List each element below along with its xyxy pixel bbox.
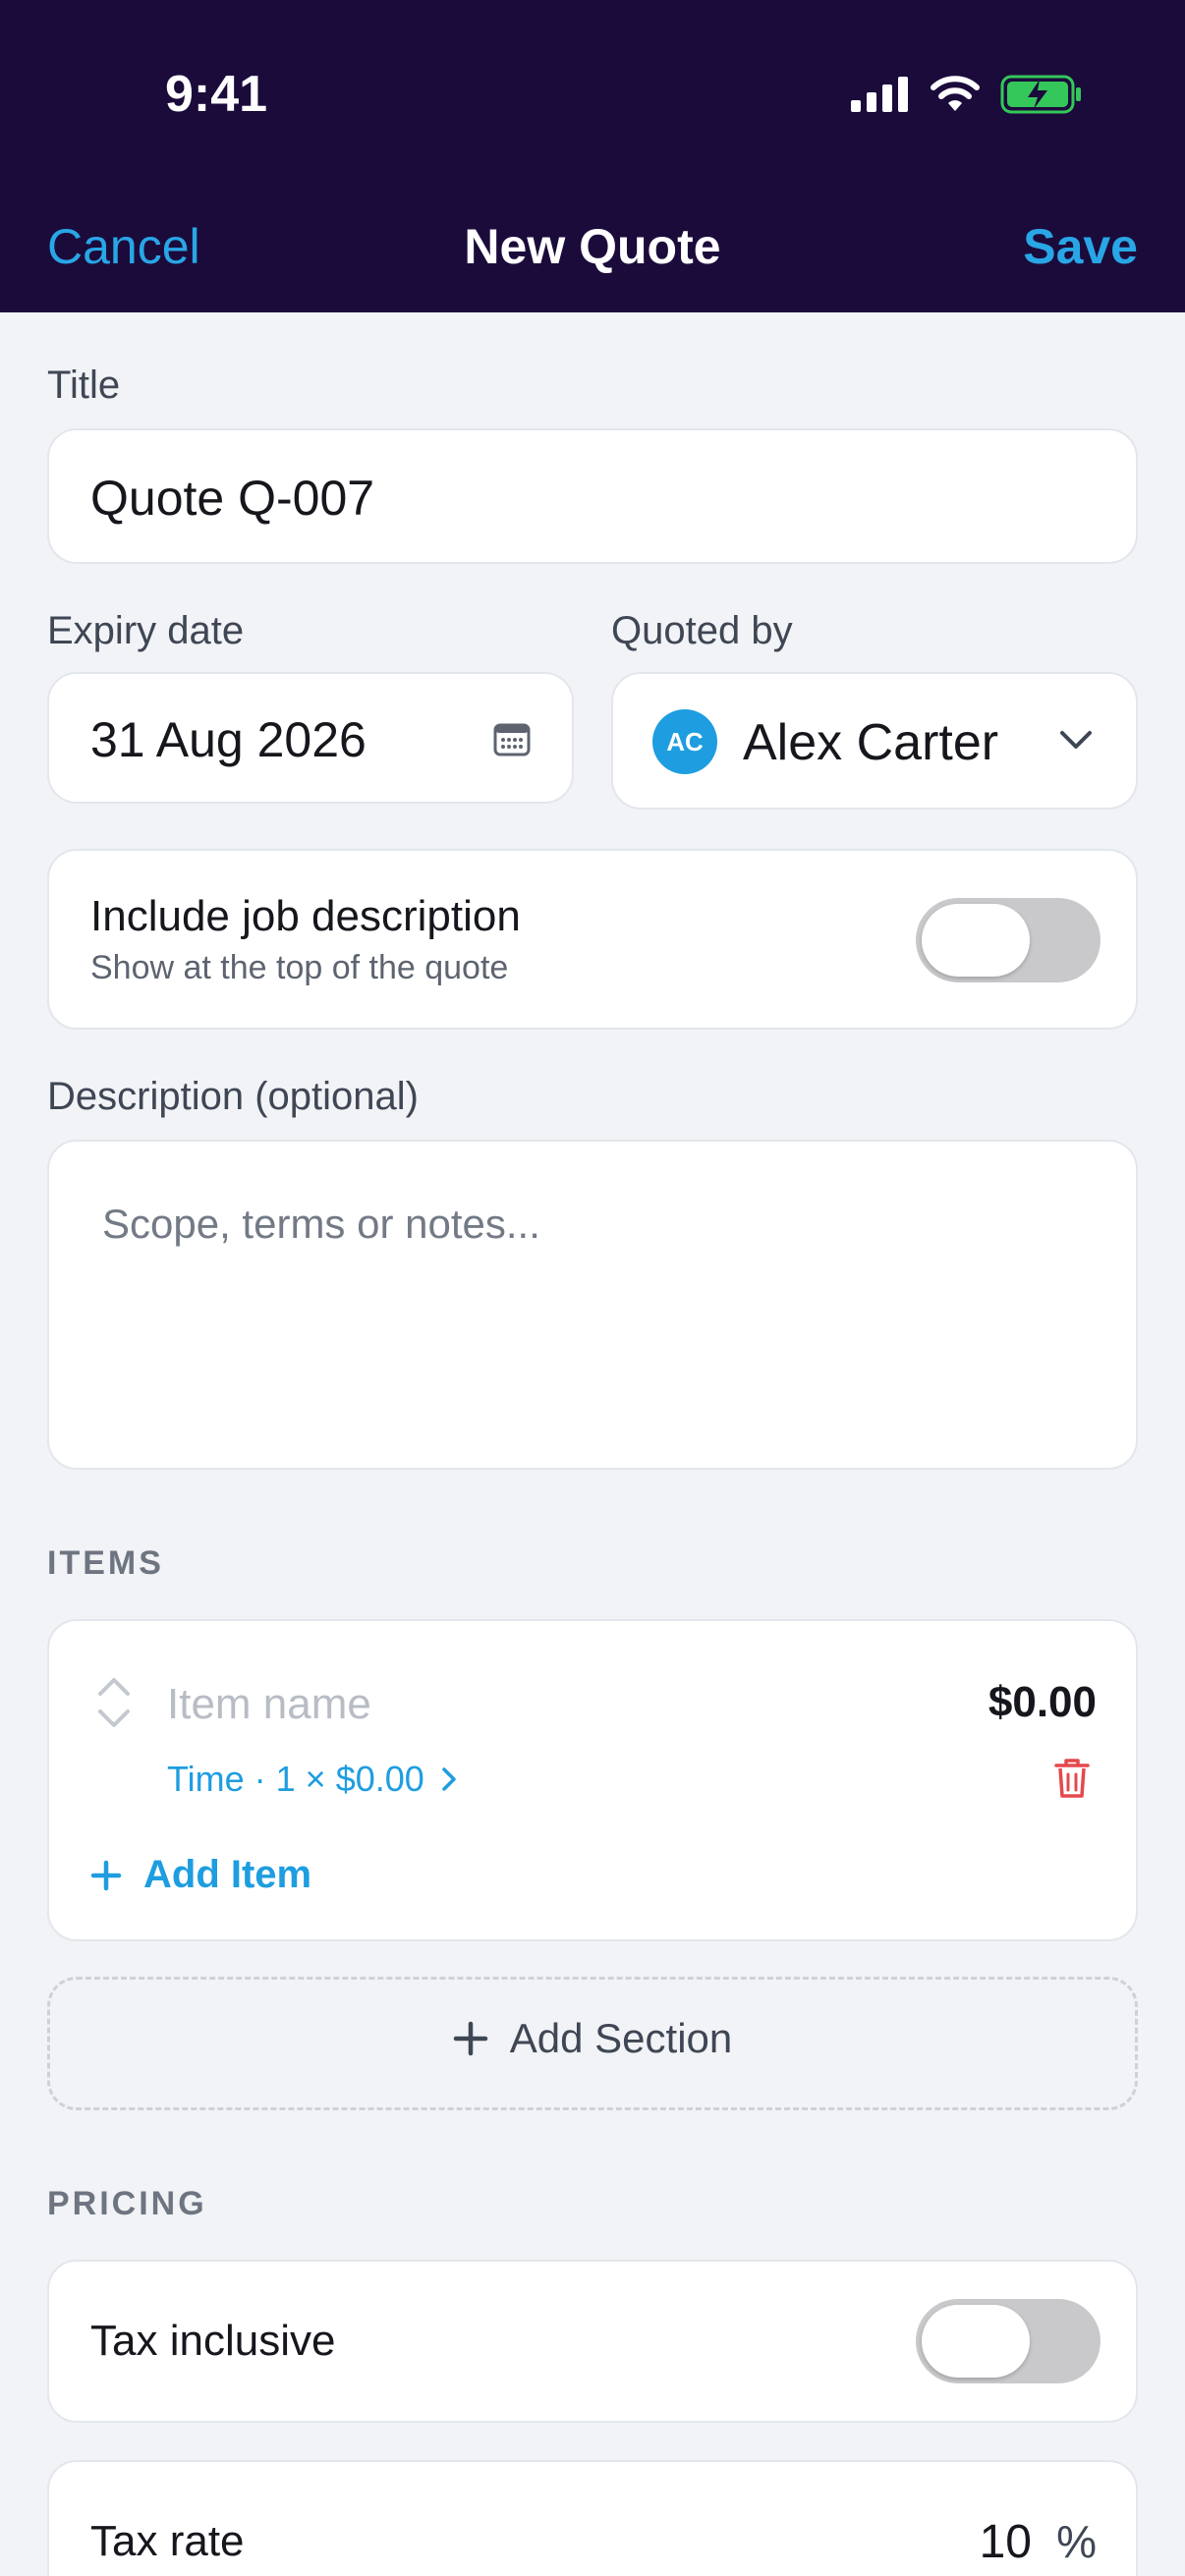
toggle-knob: [922, 904, 1030, 977]
cellular-signal-icon: [851, 77, 908, 112]
status-icons: [851, 75, 1083, 114]
status-time: 9:41: [165, 66, 268, 123]
save-button[interactable]: Save: [1023, 218, 1138, 275]
tax-inclusive-toggle[interactable]: [916, 2299, 1100, 2383]
tax-inclusive-label: Tax inclusive: [90, 2317, 336, 2365]
expiry-date-field[interactable]: 31 Aug 2026: [47, 672, 574, 804]
battery-charging-icon: [1000, 75, 1081, 114]
include-description-toggle[interactable]: [916, 898, 1100, 982]
expiry-date-label: Expiry date: [47, 609, 245, 652]
plus-icon: [453, 2021, 487, 2056]
expiry-date-value: 31 Aug 2026: [90, 712, 367, 767]
include-description-title: Include job description: [90, 892, 521, 940]
quoted-by-label: Quoted by: [611, 609, 793, 652]
header-bar: 9:41 Cancel New Quote Save: [0, 0, 1185, 312]
items-section-label: ITEMS: [47, 1544, 164, 1582]
add-section-button[interactable]: Add Section: [47, 1977, 1138, 2110]
tax-rate-input[interactable]: 10: [980, 2515, 1032, 2569]
reorder-handle-icon[interactable]: [94, 1674, 134, 1731]
pricing-section-label: PRICING: [47, 2185, 207, 2222]
tax-rate-unit: %: [1056, 2516, 1097, 2567]
calendar-icon[interactable]: [493, 721, 531, 756]
item-details-link[interactable]: Time · 1 × $0.00: [167, 1759, 458, 1800]
quoted-by-name: Alex Carter: [743, 714, 999, 771]
plus-icon: [90, 1860, 122, 1890]
tax-rate-label: Tax rate: [90, 2517, 245, 2565]
add-item-button[interactable]: Add Item: [90, 1853, 311, 1897]
description-placeholder: Scope, terms or notes...: [102, 1201, 540, 1247]
item-meta: Time · 1 × $0.00: [167, 1759, 424, 1799]
trash-icon[interactable]: [1053, 1757, 1091, 1800]
description-label: Description (optional): [47, 1075, 419, 1118]
include-description-subtitle: Show at the top of the quote: [90, 949, 509, 986]
cancel-button[interactable]: Cancel: [47, 218, 200, 275]
include-description-card: Include job description Show at the top …: [47, 849, 1138, 1030]
title-input-value: Quote Q-007: [90, 471, 375, 526]
items-card: Item name $0.00 Time · 1 × $0.00 Add Ite…: [47, 1619, 1138, 1941]
add-section-label: Add Section: [509, 2015, 733, 2061]
avatar-initials: AC: [666, 726, 704, 756]
toggle-knob: [922, 2305, 1030, 2378]
tax-inclusive-card: Tax inclusive: [47, 2260, 1138, 2423]
chevron-right-icon: [442, 1767, 456, 1791]
avatar: AC: [652, 709, 717, 774]
item-price: $0.00: [988, 1678, 1097, 1726]
wifi-icon: [931, 76, 980, 111]
title-input[interactable]: Quote Q-007: [47, 428, 1138, 564]
tax-rate-card: Tax rate 10 %: [47, 2460, 1138, 2576]
chevron-down-icon: [1060, 731, 1092, 749]
quoted-by-select[interactable]: AC Alex Carter: [611, 672, 1138, 810]
title-label: Title: [47, 364, 121, 407]
item-name-input[interactable]: Item name: [167, 1680, 371, 1729]
description-textarea[interactable]: Scope, terms or notes...: [47, 1140, 1138, 1470]
add-item-label: Add Item: [143, 1853, 312, 1896]
